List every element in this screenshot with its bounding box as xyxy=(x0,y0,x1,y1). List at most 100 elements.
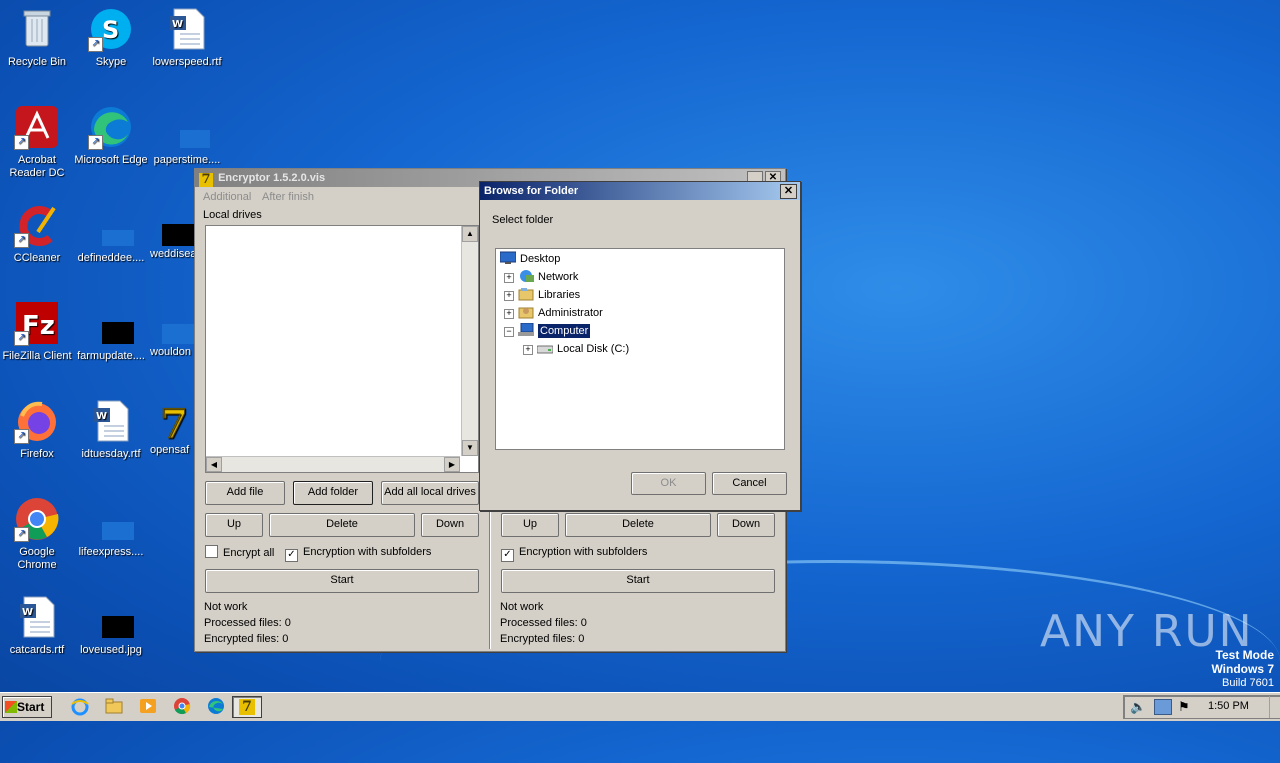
tree-item-local-disk[interactable]: + Local Disk (C:) xyxy=(523,341,629,357)
svg-text:S: S xyxy=(102,16,119,44)
ccleaner-icon: ↗ xyxy=(14,202,60,248)
desktop-icon-firefox[interactable]: ↗ Firefox xyxy=(0,398,74,461)
expand-icon[interactable]: + xyxy=(504,291,514,301)
ok-button[interactable]: OK xyxy=(631,472,706,495)
os-watermark: Test Mode Windows 7 Build 7601 xyxy=(1211,648,1274,690)
computer-icon xyxy=(518,323,534,336)
desktop-icon-filezilla[interactable]: Fz ↗ FileZilla Client xyxy=(0,300,74,363)
desktop-icon-defineddee[interactable]: defineddee.... xyxy=(74,202,148,265)
volume-icon[interactable]: 🔈 xyxy=(1130,699,1146,715)
menu-after-finish[interactable]: After finish xyxy=(262,191,314,203)
desktop-icon-label: defineddee.... xyxy=(77,252,145,264)
desktop-icon-wouldon[interactable]: wouldon xyxy=(150,300,196,359)
desktop-icon-farmupdate[interactable]: farmupdate.... xyxy=(74,300,148,363)
dialog-title: Browse for Folder xyxy=(484,185,579,197)
subfolders-label: Encryption with subfolders xyxy=(303,546,432,558)
close-icon[interactable]: ✕ xyxy=(780,184,797,199)
desktop-icon-acrobat[interactable]: ↗ Acrobat Reader DC xyxy=(0,104,74,180)
chrome-icon: ↗ xyxy=(14,496,60,542)
media-player-icon[interactable] xyxy=(138,696,158,718)
vertical-scrollbar[interactable]: ▲ ▼ xyxy=(461,226,478,456)
acrobat-icon: ↗ xyxy=(14,104,60,150)
desktop-icon-lowerspeed[interactable]: W lowerspeed.rtf xyxy=(150,6,224,69)
menu-additional[interactable]: Additional xyxy=(203,191,251,203)
encryptor-taskbar-button[interactable]: 7 xyxy=(232,696,262,718)
desktop-icon-lifeexpress[interactable]: lifeexpress.... xyxy=(74,496,148,559)
scroll-left-icon[interactable]: ◀ xyxy=(206,457,222,472)
desktop-icon-label: opensaf xyxy=(150,444,190,456)
desktop-icon-label: wouldon xyxy=(150,346,191,358)
delete-button-right[interactable]: Delete xyxy=(565,513,711,537)
subfolders-checkbox-right[interactable]: ✓ Encryption with subfolders xyxy=(501,545,647,562)
blank-file-icon xyxy=(88,496,142,542)
desktop-icon-skype[interactable]: S ↗ Skype xyxy=(74,6,148,69)
desktop-icon-recycle-bin[interactable]: Recycle Bin xyxy=(0,6,74,69)
folder-tree[interactable]: Desktop + Network + Libraries + Administrat… xyxy=(495,248,785,450)
local-drives-list[interactable]: ▲ ▼ ◀ ▶ xyxy=(205,225,479,473)
down-button[interactable]: Down xyxy=(421,513,479,537)
word-document-icon: W xyxy=(14,594,60,640)
desktop-icon-chrome[interactable]: ↗ Google Chrome xyxy=(0,496,74,572)
expand-icon[interactable]: + xyxy=(523,345,533,355)
desktop-icon-label: CCleaner xyxy=(13,252,61,264)
desktop-icon-label: farmupdate.... xyxy=(77,350,145,362)
desktop-icon-ccleaner[interactable]: ↗ CCleaner xyxy=(0,202,74,265)
dialog-titlebar[interactable]: Browse for Folder ✕ xyxy=(480,182,800,200)
add-all-local-drives-button[interactable]: Add all local drives xyxy=(381,481,479,505)
start-button[interactable]: Start xyxy=(2,696,52,718)
edge-icon[interactable] xyxy=(206,696,226,718)
scroll-down-icon[interactable]: ▼ xyxy=(462,440,478,456)
flag-icon[interactable]: ⚑ xyxy=(1178,699,1190,715)
blank-file-icon xyxy=(88,202,134,248)
subfolders-label: Encryption with subfolders xyxy=(519,546,648,558)
horizontal-scrollbar[interactable]: ◀ ▶ xyxy=(206,456,460,472)
check-icon[interactable]: ✓ xyxy=(285,549,298,562)
word-document-icon: W xyxy=(164,6,210,52)
svg-text:W: W xyxy=(172,19,183,30)
tree-item-computer[interactable]: − Computer xyxy=(504,323,591,339)
tree-item-libraries[interactable]: + Libraries xyxy=(504,287,580,303)
system-tray: 🔈 ⚑ 1:50 PM xyxy=(1123,695,1280,719)
down-button-right[interactable]: Down xyxy=(717,513,775,537)
encrypt-all-checkbox[interactable]: Encrypt all xyxy=(205,545,274,560)
subfolders-checkbox[interactable]: ✓ Encryption with subfolders xyxy=(285,545,431,562)
ie-icon[interactable] xyxy=(70,696,90,718)
desktop-icon-catcards[interactable]: W catcards.rtf xyxy=(0,594,74,657)
add-file-button[interactable]: Add file xyxy=(205,481,285,505)
delete-button[interactable]: Delete xyxy=(269,513,415,537)
up-button[interactable]: Up xyxy=(205,513,263,537)
check-icon[interactable]: ✓ xyxy=(501,549,514,562)
desktop-icon-label: catcards.rtf xyxy=(9,644,65,656)
encryptor-app-icon: 7 xyxy=(199,173,213,187)
tree-item-desktop[interactable]: Desktop xyxy=(500,251,560,267)
scroll-right-icon[interactable]: ▶ xyxy=(444,457,460,472)
desktop-icon-opensaf[interactable]: 7 opensaf xyxy=(150,398,196,457)
expand-icon[interactable]: + xyxy=(504,273,514,283)
desktop-icon-weddisea[interactable]: weddisea xyxy=(150,202,196,261)
tree-label: Network xyxy=(538,271,579,283)
scroll-up-icon[interactable]: ▲ xyxy=(462,226,478,242)
add-folder-button[interactable]: Add folder xyxy=(293,481,373,505)
expand-icon[interactable]: + xyxy=(504,309,514,319)
desktop-icon-loveused[interactable]: loveused.jpg xyxy=(74,594,148,657)
up-button-right[interactable]: Up xyxy=(501,513,559,537)
desktop-icon-idtuesday[interactable]: W idtuesday.rtf xyxy=(74,398,148,461)
black-image-icon xyxy=(88,594,148,640)
collapse-icon[interactable]: − xyxy=(504,327,514,337)
tree-item-network[interactable]: + Network xyxy=(504,269,578,285)
desktop-icon-paperstime[interactable]: paperstime.... xyxy=(150,104,224,167)
chrome-icon[interactable] xyxy=(172,696,192,718)
cancel-button[interactable]: Cancel xyxy=(712,472,787,495)
start-button[interactable]: Start xyxy=(205,569,479,593)
start-button-right[interactable]: Start xyxy=(501,569,775,593)
blank-file-icon xyxy=(150,300,196,346)
clock[interactable]: 1:50 PM xyxy=(1208,700,1249,712)
explorer-icon[interactable] xyxy=(104,696,124,718)
tree-item-administrator[interactable]: + Administrator xyxy=(504,305,603,321)
checkbox-box[interactable] xyxy=(205,545,218,558)
recycle-bin-icon xyxy=(14,6,60,52)
status-state: Not work xyxy=(204,601,248,613)
network-icon[interactable] xyxy=(1154,699,1172,715)
desktop-icon-edge[interactable]: ↗ Microsoft Edge xyxy=(74,104,148,167)
show-desktop-button[interactable] xyxy=(1269,696,1280,718)
